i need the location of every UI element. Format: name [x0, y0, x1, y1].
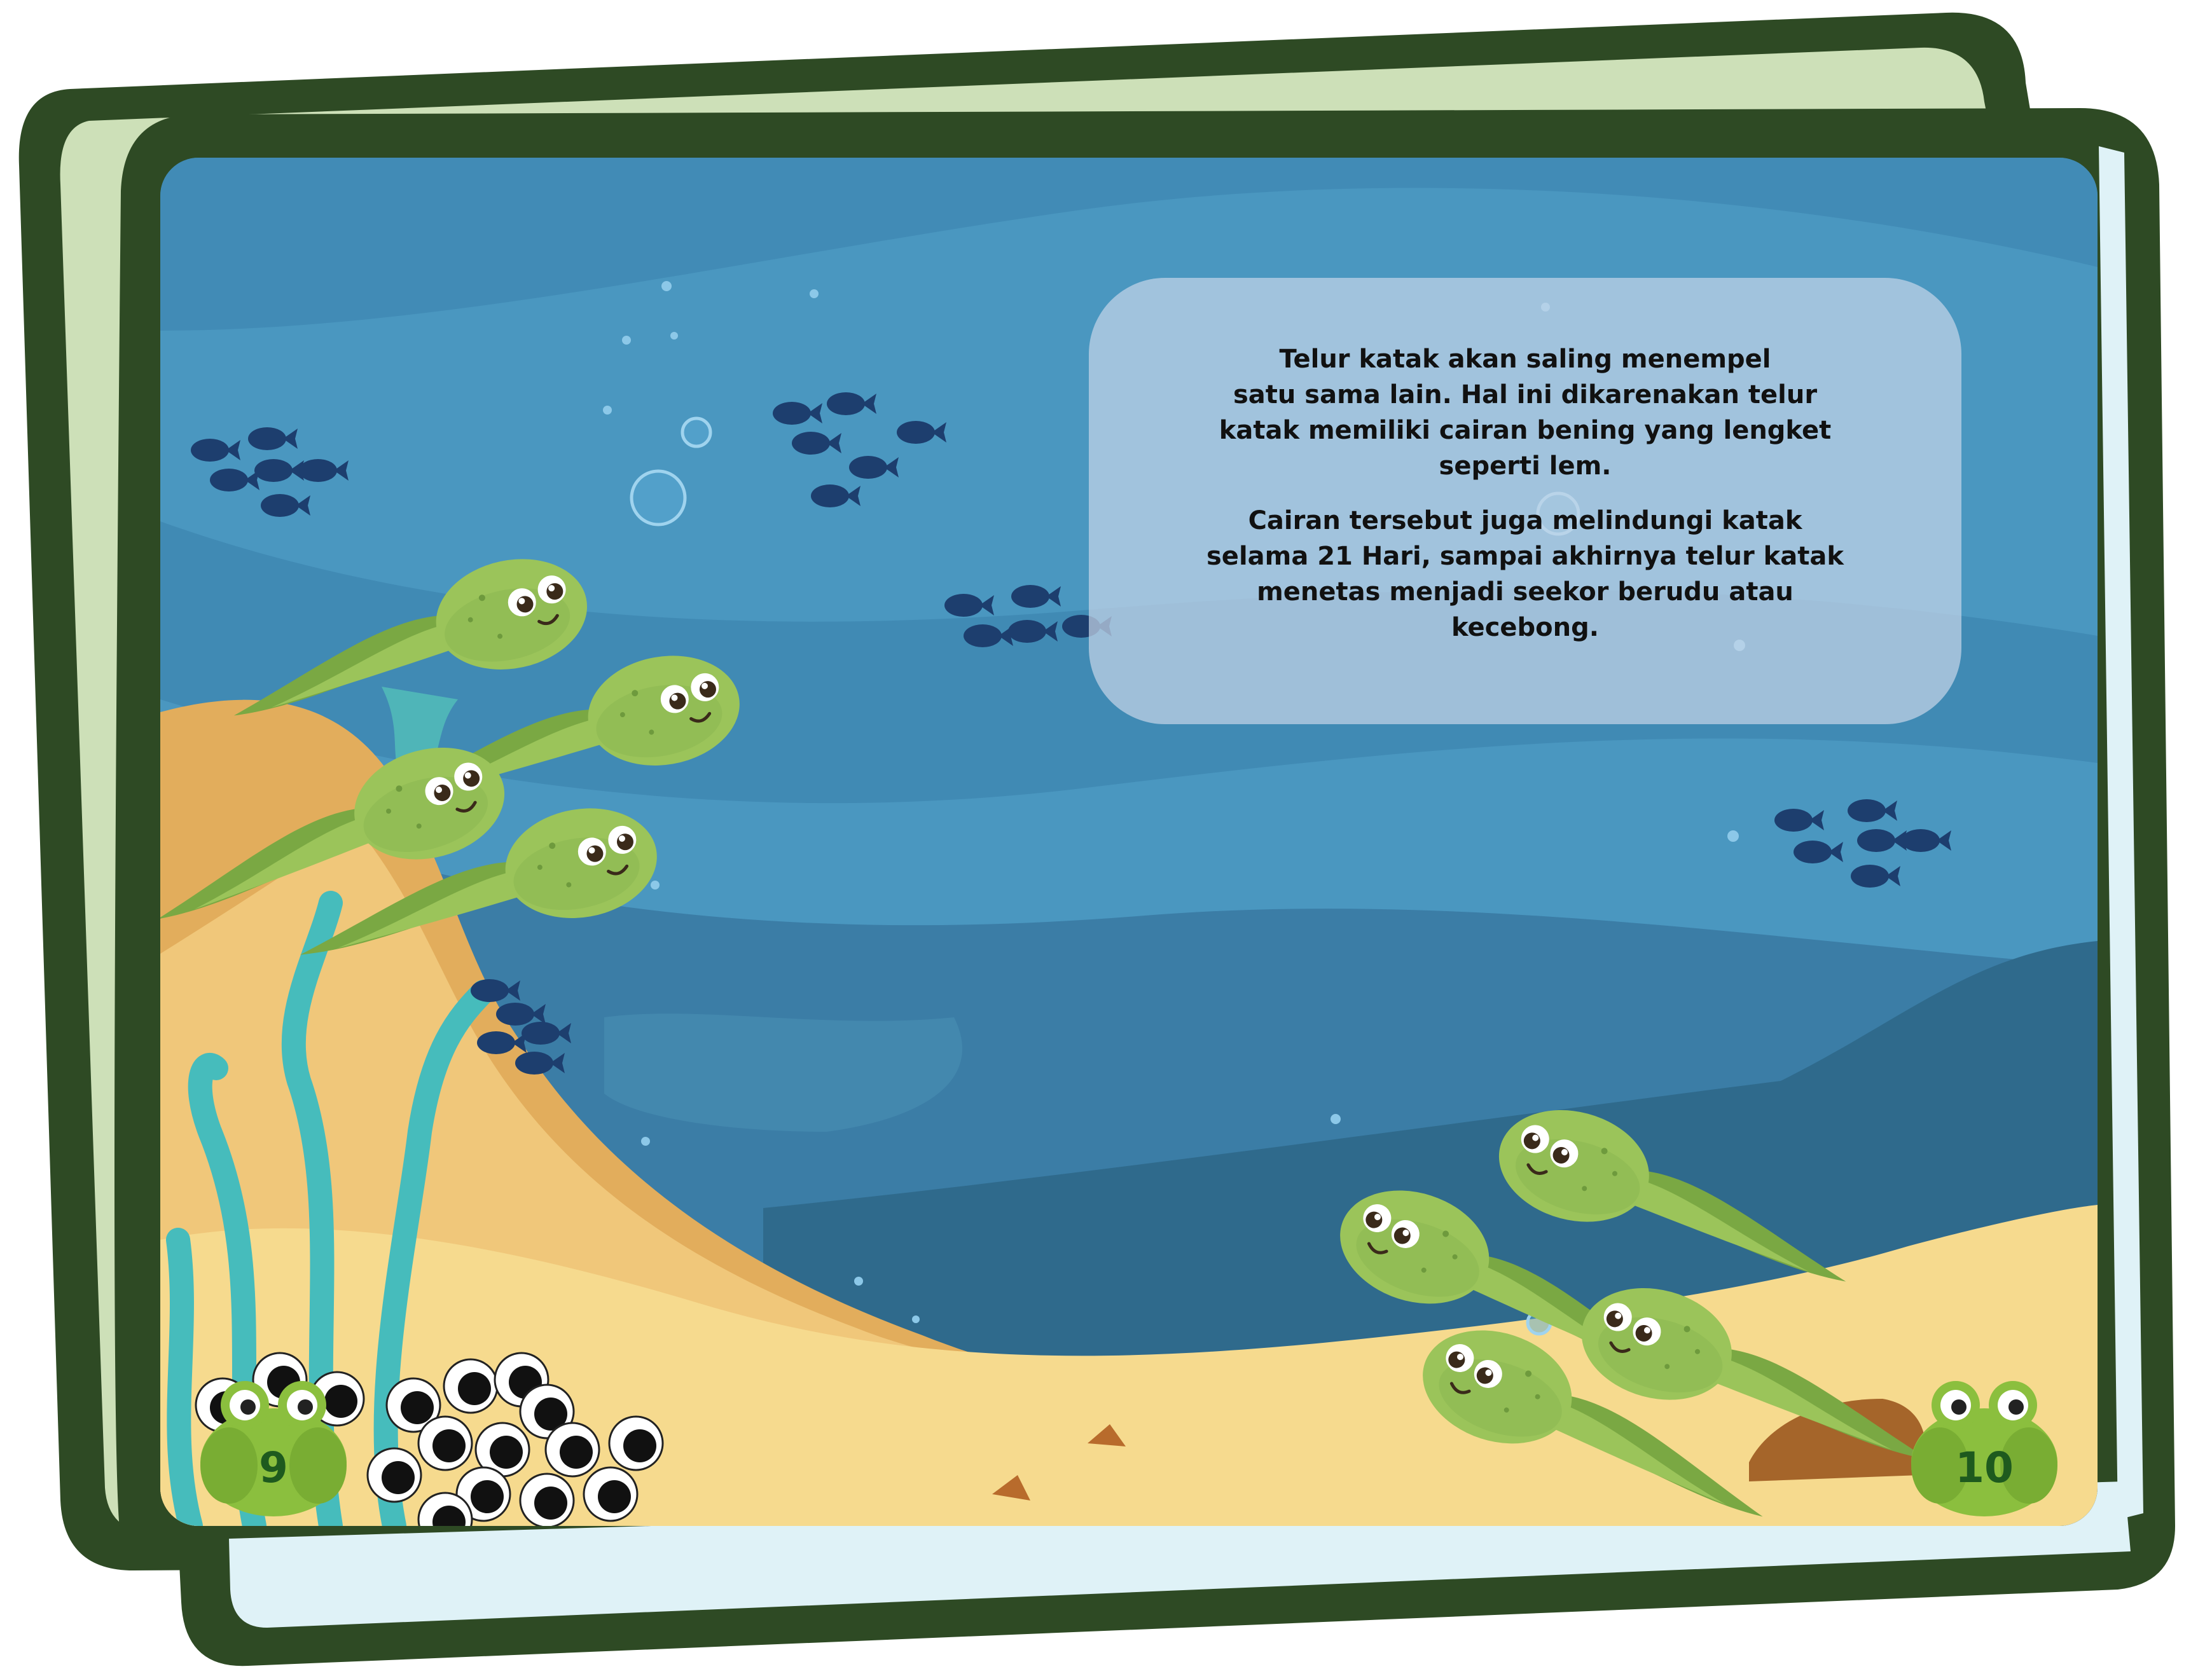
storybook-spread: Telur katak akan saling menempel satu sa… [0, 0, 2212, 1669]
story-line: katak memiliki cairan bening yang lengke… [1219, 416, 1832, 445]
story-paragraph-1: Telur katak akan saling menempel satu sa… [1165, 341, 1885, 484]
story-line: Cairan tersebut juga melindungi katak [1248, 506, 1802, 535]
story-text-box: Telur katak akan saling menempel satu sa… [1089, 278, 1961, 724]
story-line: satu sama lain. Hal ini dikarenakan telu… [1233, 380, 1818, 409]
story-line: seperti lem. [1439, 451, 1612, 481]
storybook-illustration [18, 12, 2175, 1666]
story-line: kecebong. [1451, 613, 1599, 642]
story-line: menetas menjadi seekor berudu atau [1257, 577, 1794, 607]
story-paragraph-2: Cairan tersebut juga melindungi katak se… [1165, 503, 1885, 645]
page-number-right: 10 [1955, 1443, 2014, 1492]
page-number-left: 9 [259, 1443, 288, 1492]
story-line: Telur katak akan saling menempel [1279, 345, 1771, 374]
story-line: selama 21 Hari, sampai akhirnya telur ka… [1206, 542, 1844, 571]
